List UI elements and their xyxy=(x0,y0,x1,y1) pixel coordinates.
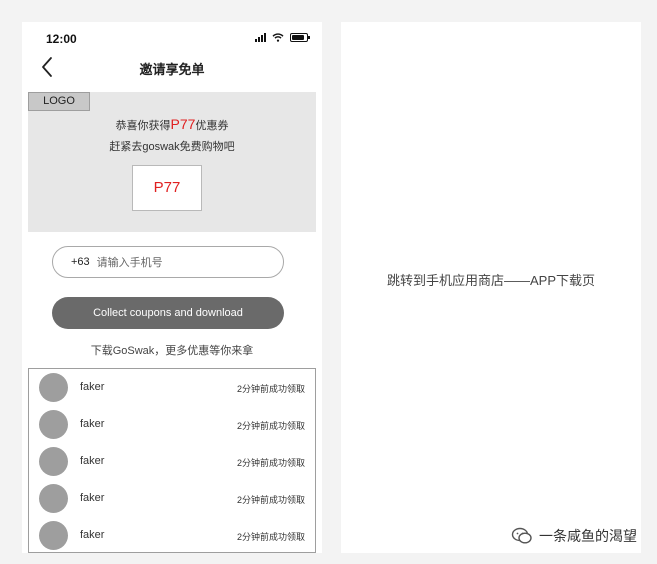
coupon-highlight: P77 xyxy=(170,116,196,132)
list-item: faker 2分钟前成功领取 xyxy=(29,369,315,406)
phone-number-field[interactable]: +63 请输入手机号 xyxy=(52,246,284,278)
avatar xyxy=(39,484,68,513)
congrats-suffix: 优惠券 xyxy=(195,120,229,132)
app-store-redirect-text: 跳转到手机应用商店——APP下载页 xyxy=(386,273,595,288)
download-hint: 下载GoSwak，更多优惠等你来拿 xyxy=(90,345,254,357)
claims-list[interactable]: faker 2分钟前成功领取 faker 2分钟前成功领取 faker 2分钟前成功领… xyxy=(28,368,316,553)
list-item: faker 2分钟前成功领取 xyxy=(29,406,315,443)
claim-time: 2分钟前成功领取 xyxy=(236,384,305,394)
coupon-code-box: P77 xyxy=(132,165,202,211)
signal-icon xyxy=(255,33,266,42)
user-name: faker xyxy=(80,381,105,393)
list-item: faker 2分钟前成功领取 xyxy=(29,443,315,480)
list-item: faker 2分钟前成功领取 xyxy=(29,517,315,552)
claim-time: 2分钟前成功领取 xyxy=(236,532,305,542)
user-name: faker xyxy=(80,492,105,504)
avatar xyxy=(39,410,68,439)
user-name: faker xyxy=(80,418,105,430)
wifi-icon xyxy=(272,33,284,42)
page-title: 邀请享免单 xyxy=(139,62,205,77)
congrats-prefix: 恭喜你获得 xyxy=(115,120,171,132)
watermark-text: 一条咸鱼的渴望 xyxy=(539,528,637,544)
phone-screen: 12:00 邀请享免单 LOGO 恭喜你获得P77优惠券 赶紧去goswak免费… xyxy=(22,22,322,553)
wechat-icon xyxy=(511,527,532,544)
country-code[interactable]: +63 xyxy=(71,256,90,268)
watermark: 一条咸鱼的渴望 xyxy=(511,526,637,546)
app-store-panel: 跳转到手机应用商店——APP下载页 xyxy=(341,22,641,553)
claim-time: 2分钟前成功领取 xyxy=(236,458,305,468)
avatar xyxy=(39,521,68,550)
battery-icon xyxy=(290,33,310,42)
collect-download-button[interactable]: Collect coupons and download xyxy=(52,297,284,329)
claim-time: 2分钟前成功领取 xyxy=(236,495,305,505)
logo: LOGO xyxy=(28,92,90,111)
list-item: faker 2分钟前成功领取 xyxy=(29,480,315,517)
user-name: faker xyxy=(80,455,105,467)
shop-message: 赶紧去goswak免费购物吧 xyxy=(109,141,235,153)
status-bar: 12:00 xyxy=(22,22,322,56)
claim-time: 2分钟前成功领取 xyxy=(236,421,305,431)
status-icons xyxy=(255,33,310,42)
avatar xyxy=(39,447,68,476)
congrats-message: 恭喜你获得P77优惠券 xyxy=(28,116,316,133)
phone-number-placeholder[interactable]: 请输入手机号 xyxy=(97,254,163,270)
user-name: faker xyxy=(80,529,105,541)
avatar xyxy=(39,373,68,402)
coupon-banner: LOGO 恭喜你获得P77优惠券 赶紧去goswak免费购物吧 P77 xyxy=(28,92,316,232)
status-time: 12:00 xyxy=(46,32,77,46)
